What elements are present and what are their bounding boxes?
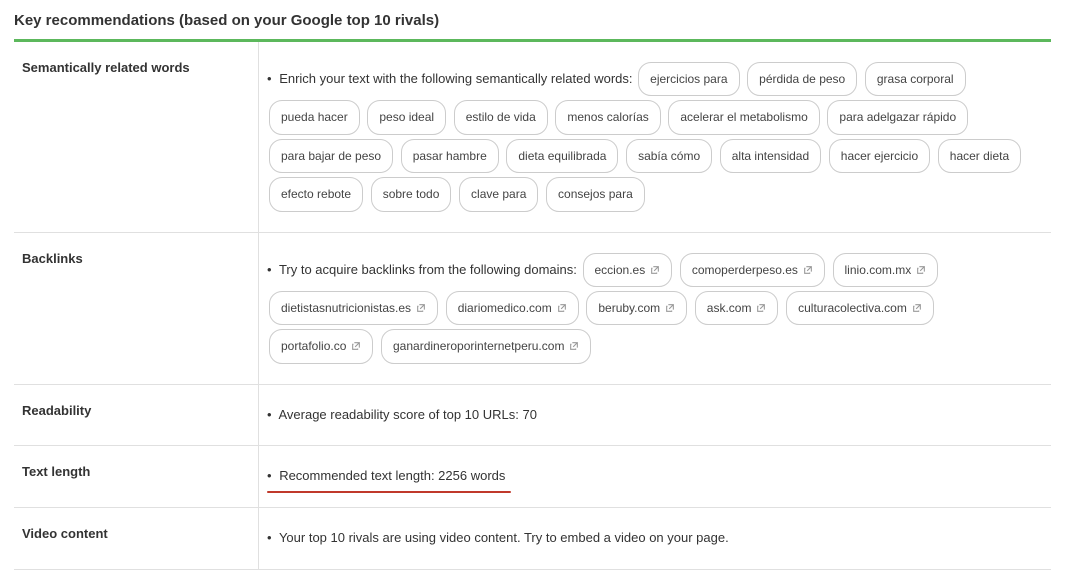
- backlink-domain-pill[interactable]: ask.com: [695, 291, 779, 325]
- bullet: •: [267, 262, 272, 277]
- backlink-domain-text: ganardineroporinternetperu.com: [393, 339, 564, 353]
- label-semantic: Semantically related words: [14, 42, 259, 232]
- backlink-domain-text: diariomedico.com: [458, 301, 552, 315]
- semantic-pill-group: ejercicios para pérdida de peso grasa co…: [267, 71, 1023, 201]
- external-link-icon: [665, 303, 675, 313]
- row-semantic-words: Semantically related words • Enrich your…: [14, 42, 1051, 233]
- semantic-word-pill[interactable]: sabía cómo: [626, 139, 712, 173]
- backlink-domain-pill[interactable]: ganardineroporinternetperu.com: [381, 329, 591, 363]
- content-readability: • Average readability score of top 10 UR…: [259, 385, 1051, 446]
- backlink-domain-text: beruby.com: [598, 301, 660, 315]
- semantic-word-pill[interactable]: sobre todo: [371, 177, 452, 211]
- semantic-word-pill[interactable]: para bajar de peso: [269, 139, 393, 173]
- backlink-domain-pill[interactable]: comoperderpeso.es: [680, 253, 825, 287]
- external-link-icon: [351, 341, 361, 351]
- external-link-icon: [756, 303, 766, 313]
- semantic-word-pill[interactable]: hacer ejercicio: [829, 139, 930, 173]
- bullet: •: [267, 530, 272, 545]
- semantic-word-pill[interactable]: efecto rebote: [269, 177, 363, 211]
- readability-text: Average readability score of top 10 URLs…: [278, 407, 536, 422]
- external-link-icon: [650, 265, 660, 275]
- semantic-word-pill[interactable]: pasar hambre: [401, 139, 499, 173]
- row-video-content: Video content • Your top 10 rivals are u…: [14, 508, 1051, 570]
- semantic-word-pill[interactable]: pueda hacer: [269, 100, 360, 134]
- video-text: Your top 10 rivals are using video conte…: [279, 530, 729, 545]
- row-backlinks: Backlinks • Try to acquire backlinks fro…: [14, 233, 1051, 385]
- semantic-word-pill[interactable]: para adelgazar rápido: [827, 100, 968, 134]
- semantic-word-pill[interactable]: acelerar el metabolismo: [668, 100, 819, 134]
- backlink-domain-pill[interactable]: culturacolectiva.com: [786, 291, 934, 325]
- semantic-word-pill[interactable]: pérdida de peso: [747, 62, 857, 96]
- backlink-domain-pill[interactable]: eccion.es: [583, 253, 673, 287]
- semantic-word-pill[interactable]: menos calorías: [555, 100, 660, 134]
- backlink-domain-pill[interactable]: portafolio.co: [269, 329, 373, 363]
- semantic-word-pill[interactable]: peso ideal: [367, 100, 446, 134]
- semantic-word-pill[interactable]: consejos para: [546, 177, 645, 211]
- external-link-icon: [557, 303, 567, 313]
- semantic-word-pill[interactable]: estilo de vida: [454, 100, 548, 134]
- bullet: •: [267, 468, 272, 483]
- semantic-word-pill[interactable]: hacer dieta: [938, 139, 1021, 173]
- semantic-word-pill[interactable]: alta intensidad: [720, 139, 821, 173]
- backlink-domain-pill[interactable]: dietistasnutricionistas.es: [269, 291, 438, 325]
- label-text-length: Text length: [14, 446, 259, 507]
- content-semantic: • Enrich your text with the following se…: [259, 42, 1051, 232]
- backlink-domain-text: culturacolectiva.com: [798, 301, 907, 315]
- backlink-domain-pill[interactable]: diariomedico.com: [446, 291, 579, 325]
- label-video: Video content: [14, 508, 259, 569]
- backlink-domain-text: linio.com.mx: [845, 263, 912, 277]
- semantic-word-pill[interactable]: grasa corporal: [865, 62, 966, 96]
- content-text-length: • Recommended text length: 2256 words: [259, 446, 1051, 507]
- row-text-length: Text length • Recommended text length: 2…: [14, 446, 1051, 508]
- semantic-word-pill[interactable]: dieta equilibrada: [506, 139, 618, 173]
- content-video: • Your top 10 rivals are using video con…: [259, 508, 1051, 569]
- backlink-domain-pill[interactable]: beruby.com: [586, 291, 687, 325]
- text-length-text: Recommended text length: 2256 words: [279, 468, 505, 483]
- row-readability: Readability • Average readability score …: [14, 385, 1051, 447]
- semantic-word-pill[interactable]: ejercicios para: [638, 62, 739, 96]
- backlinks-lead-text: Try to acquire backlinks from the follow…: [279, 262, 577, 277]
- recommendations-table: Semantically related words • Enrich your…: [14, 39, 1051, 570]
- semantic-word-pill[interactable]: clave para: [459, 177, 538, 211]
- external-link-icon: [803, 265, 813, 275]
- bullet: •: [267, 407, 272, 422]
- highlighted-text-length: • Recommended text length: 2256 words: [267, 464, 505, 489]
- external-link-icon: [916, 265, 926, 275]
- external-link-icon: [569, 341, 579, 351]
- bullet: •: [267, 71, 272, 86]
- page-title: Key recommendations (based on your Googl…: [14, 12, 1051, 39]
- external-link-icon: [912, 303, 922, 313]
- backlink-domain-text: ask.com: [707, 301, 752, 315]
- backlink-domain-text: eccion.es: [595, 263, 646, 277]
- label-backlinks: Backlinks: [14, 233, 259, 384]
- label-readability: Readability: [14, 385, 259, 446]
- semantic-lead-text: Enrich your text with the following sema…: [279, 71, 632, 86]
- external-link-icon: [416, 303, 426, 313]
- content-backlinks: • Try to acquire backlinks from the foll…: [259, 233, 1051, 384]
- backlink-domain-text: portafolio.co: [281, 339, 346, 353]
- backlink-domain-pill[interactable]: linio.com.mx: [833, 253, 939, 287]
- backlink-domain-text: dietistasnutricionistas.es: [281, 301, 411, 315]
- backlink-domain-text: comoperderpeso.es: [692, 263, 798, 277]
